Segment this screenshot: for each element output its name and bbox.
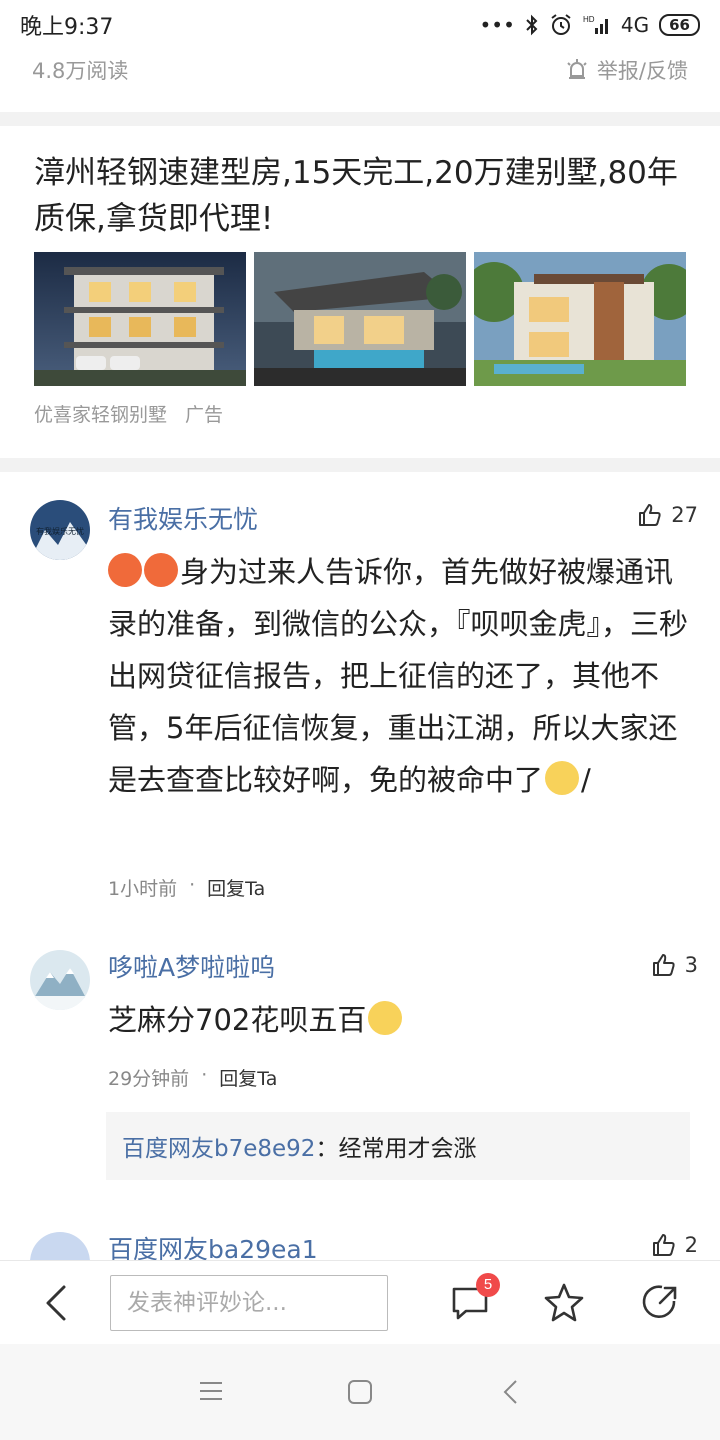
menu-icon[interactable]: [198, 1380, 224, 1402]
like-button[interactable]: 27: [637, 502, 698, 528]
comment-time: 29分钟前: [108, 1068, 190, 1090]
comment-item: 百度网友ba29ea1 2: [0, 1222, 720, 1260]
like-count: 3: [684, 953, 698, 977]
sub-reply[interactable]: 百度网友b7e8e92 ：经常用才会涨: [106, 1112, 690, 1180]
svg-text:HD: HD: [583, 15, 595, 24]
comment-meta: 29分钟前 · 回复Ta: [108, 1064, 277, 1091]
comment-text-block: 芝麻分702花呗五百: [108, 994, 698, 1046]
comment-text: 身为过来人告诉你，首先做好被爆通讯录的准备，到微信的公众，『呗呗金虎』，三秒出网…: [108, 555, 689, 797]
system-back-icon[interactable]: [500, 1378, 522, 1406]
article-meta-row: 4.8万阅读 举报/反馈: [32, 52, 688, 88]
thumbs-up-icon: [639, 504, 661, 526]
meta-separator: ·: [201, 1064, 208, 1086]
status-time: 晚上9:37: [20, 15, 114, 40]
avatar-text: 有我娱乐无忧: [36, 526, 84, 536]
angry-face-emoji-icon: [108, 553, 142, 587]
report-label: 举报/反馈: [596, 59, 688, 83]
status-bar: 晚上9:37 ••• HD 4G 66: [0, 0, 720, 50]
comment-input[interactable]: 发表神评妙论...: [110, 1275, 388, 1331]
alarm-icon: [551, 14, 571, 35]
read-count: 4.8万阅读: [32, 59, 129, 83]
bluetooth-icon: [526, 14, 538, 36]
signal-icon: HD: [583, 15, 608, 34]
comment-author[interactable]: 哆啦A梦啦啦呜: [108, 948, 275, 984]
comment-author[interactable]: 百度网友ba29ea1: [108, 1230, 318, 1260]
star-icon[interactable]: [542, 1281, 586, 1325]
battery-indicator: 66: [659, 14, 700, 36]
ad-image-1[interactable]: [34, 252, 246, 386]
reply-button[interactable]: 回复Ta: [207, 874, 265, 901]
like-count: 27: [671, 503, 698, 527]
like-button[interactable]: 2: [651, 1232, 698, 1258]
section-divider: [0, 458, 720, 472]
status-icons: ••• HD 4G 66: [479, 13, 700, 37]
sub-reply-user[interactable]: 百度网友b7e8e92: [122, 1129, 315, 1163]
ad-label: 广告: [185, 404, 224, 426]
comment-text-suffix: /: [581, 763, 591, 797]
thumbs-up-icon: [652, 954, 675, 976]
report-button[interactable]: 举报/反馈: [565, 55, 688, 85]
report-icon: [567, 59, 587, 79]
laughing-emoji-icon: [368, 1001, 403, 1035]
like-count: 2: [684, 1233, 698, 1257]
ad-image-row[interactable]: [34, 252, 686, 386]
ad-footer: 优喜家轻钢别墅 广告: [34, 400, 223, 427]
back-icon[interactable]: [36, 1281, 76, 1325]
like-button[interactable]: 3: [651, 952, 698, 978]
ad-advertiser[interactable]: 优喜家轻钢别墅: [34, 400, 167, 427]
bottom-action-bar: 发表神评妙论... 5: [0, 1260, 720, 1344]
system-nav-bar: [0, 1344, 720, 1440]
more-dots-icon: •••: [479, 13, 515, 37]
meta-separator: ·: [189, 874, 196, 896]
comment-text: 芝麻分702花呗五百: [108, 1003, 367, 1037]
ad-image-3[interactable]: [474, 252, 686, 386]
avatar[interactable]: 有我娱乐无忧: [30, 500, 90, 560]
sub-reply-text: ：经常用才会涨: [315, 1136, 477, 1162]
home-icon[interactable]: [346, 1378, 374, 1406]
comment-meta: 1小时前 · 回复Ta: [108, 874, 265, 901]
thumbs-up-icon: [652, 1234, 675, 1256]
share-icon[interactable]: [638, 1281, 682, 1325]
ad-image-2[interactable]: [254, 252, 466, 386]
avatar[interactable]: [30, 950, 90, 1010]
comment-text-block: 身为过来人告诉你，首先做好被爆通讯录的准备，到微信的公众，『呗呗金虎』，三秒出网…: [108, 546, 698, 806]
network-type: 4G: [620, 13, 650, 37]
comment-time: 1小时前: [108, 878, 178, 900]
comment-count-badge: 5: [476, 1273, 500, 1297]
comment-author[interactable]: 有我娱乐无忧: [108, 500, 258, 536]
ad-title[interactable]: 漳州轻钢速建型房,15天完工,20万建别墅,80年质保,拿货即代理!: [34, 150, 694, 242]
section-divider: [0, 112, 720, 126]
sweat-smile-emoji-icon: [545, 761, 580, 795]
reply-button[interactable]: 回复Ta: [219, 1064, 277, 1091]
avatar[interactable]: [30, 1232, 90, 1260]
angry-face-emoji-icon: [144, 553, 178, 587]
